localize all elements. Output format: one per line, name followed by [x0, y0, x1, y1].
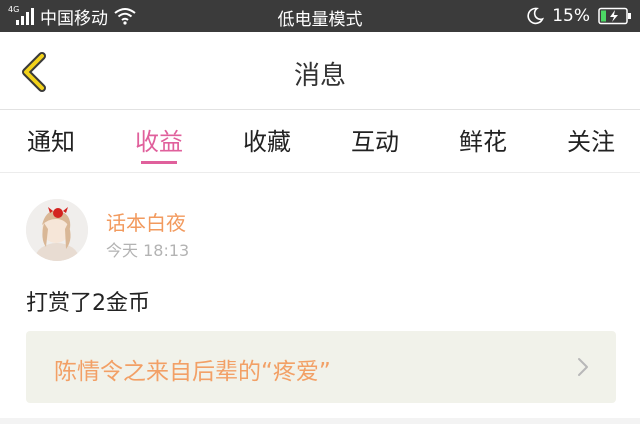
- message-timestamp: 今天 18:13: [106, 241, 190, 260]
- status-right: 15%: [526, 5, 632, 27]
- chevron-right-icon: [578, 358, 588, 376]
- tab-interactions[interactable]: 互动: [351, 122, 399, 157]
- book-title: 陈情令之来自后辈的“疼爱”: [54, 359, 331, 385]
- tab-following[interactable]: 关注: [567, 122, 615, 157]
- page-title: 消息: [293, 61, 346, 91]
- book-link[interactable]: 陈情令之来自后辈的“疼爱”: [26, 331, 616, 403]
- tab-earnings[interactable]: 收益: [135, 122, 183, 157]
- tab-favorites[interactable]: 收藏: [243, 122, 291, 157]
- tab-bar: 通知 收益 收藏 互动 鲜花 关注: [0, 110, 640, 172]
- battery-charging-icon: [598, 7, 631, 25]
- message-card: 话本白夜 今天 18:13 打赏了2金币 陈情令之来自后辈的“疼爱”: [0, 172, 640, 418]
- avatar-image: [26, 199, 88, 261]
- sender-name[interactable]: 话本白夜: [106, 207, 186, 236]
- tab-flowers[interactable]: 鲜花: [459, 122, 507, 157]
- avatar[interactable]: [26, 199, 88, 261]
- status-bar: 4G 中国移动 低电量模式 15%: [0, 0, 640, 32]
- moon-icon: [527, 7, 545, 25]
- nav-header: 消息: [0, 32, 640, 110]
- active-tab-indicator: [141, 161, 177, 164]
- battery-percent: 15%: [552, 6, 590, 26]
- tab-notifications[interactable]: 通知: [27, 122, 75, 157]
- message-content: 打赏了2金币: [26, 291, 150, 316]
